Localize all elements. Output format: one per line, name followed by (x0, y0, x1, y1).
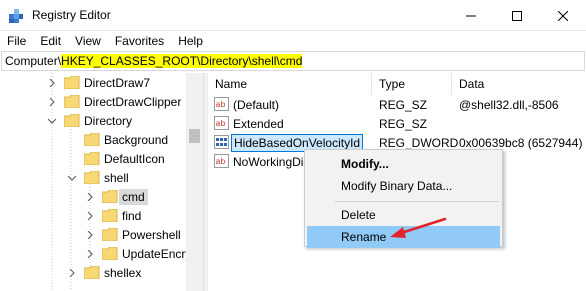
chevron-right-icon[interactable] (84, 229, 96, 241)
tree-item-label: DirectDrawClipper (84, 94, 182, 109)
tree-item-label: Background (104, 132, 169, 147)
window-title: Registry Editor (32, 8, 111, 22)
tree-item-selected[interactable]: cmd (84, 187, 148, 206)
tree-item-label: UpdateEncry (122, 246, 192, 261)
menu-item-modify-binary[interactable]: Modify Binary Data... (307, 175, 500, 197)
column-header-type[interactable]: Type (372, 73, 452, 95)
folder-icon (84, 133, 100, 146)
string-value-icon: ab (214, 116, 229, 130)
menu-bar: File Edit View Favorites Help (0, 31, 586, 51)
value-type: REG_DWORD (379, 136, 459, 150)
string-value-icon: ab (214, 97, 229, 111)
registry-editor-icon (9, 9, 23, 23)
menu-separator (335, 201, 499, 202)
tree-item[interactable]: Directory (46, 111, 132, 130)
address-prefix: Computer\ (5, 54, 62, 68)
menu-file[interactable]: File (0, 34, 33, 48)
tree-item-label: cmd (119, 188, 148, 205)
chevron-right-icon[interactable] (46, 77, 58, 89)
column-header-name[interactable]: Name (208, 73, 372, 95)
close-button[interactable] (540, 0, 586, 31)
value-data: 0x00639bc8 (6527944) (459, 136, 583, 150)
tree-item-label: find (122, 208, 142, 223)
address-highlighted-path: HKEY_CLASSES_ROOT\Directory\shell\cmd (61, 54, 303, 68)
tree-item[interactable]: DirectDraw7 (46, 73, 150, 92)
close-icon (558, 10, 568, 21)
value-type: REG_SZ (379, 98, 428, 112)
maximize-icon (512, 10, 522, 21)
tree-item[interactable]: Background (84, 130, 168, 149)
tree-item-label: Powershell (122, 227, 181, 242)
tree-item[interactable]: shellex (66, 263, 141, 282)
chevron-right-icon[interactable] (84, 210, 96, 222)
folder-icon (64, 76, 80, 89)
value-data: @shell32.dll,-8506 (459, 98, 559, 112)
value-type: REG_SZ (379, 117, 428, 131)
chevron-right-icon[interactable] (66, 267, 78, 279)
menu-view[interactable]: View (68, 34, 108, 48)
chevron-down-icon[interactable] (66, 172, 78, 184)
tree-item[interactable]: DirectDrawClipper (46, 92, 181, 111)
tree-item[interactable]: shell (66, 168, 129, 187)
tree-item[interactable]: Powershell (84, 225, 181, 244)
menu-edit[interactable]: Edit (33, 34, 68, 48)
tree-item-label: shell (104, 170, 129, 185)
tree-item[interactable]: UpdateEncry (84, 244, 191, 263)
address-bar[interactable]: Computer\ HKEY_CLASSES_ROOT\Directory\she… (1, 51, 585, 71)
chevron-down-icon[interactable] (46, 115, 58, 127)
title-bar: Registry Editor (0, 0, 586, 31)
tree-scrollbar[interactable] (186, 73, 203, 291)
tree-item-label: DefaultIcon (104, 151, 165, 166)
menu-item-delete[interactable]: Delete (307, 204, 500, 226)
folder-icon (64, 95, 80, 108)
value-name: NoWorkingDi (233, 155, 304, 169)
context-menu: Modify... Modify Binary Data... Delete R… (304, 149, 503, 248)
chevron-right-icon[interactable] (84, 248, 96, 260)
string-value-icon: ab (214, 154, 229, 168)
folder-icon (84, 266, 100, 279)
minimize-icon (466, 15, 476, 16)
folder-open-icon (84, 171, 100, 184)
chevron-right-icon[interactable] (84, 191, 96, 203)
folder-icon (102, 228, 118, 241)
tree-item-label: DirectDraw7 (84, 75, 151, 90)
value-row[interactable]: ab (Default) REG_SZ @shell32.dll,-8506 (208, 95, 586, 114)
dword-value-icon (214, 135, 229, 149)
folder-icon (102, 190, 118, 203)
folder-open-icon (64, 114, 80, 127)
menu-item-modify[interactable]: Modify... (307, 153, 500, 175)
menu-help[interactable]: Help (171, 34, 210, 48)
tree-item[interactable]: DefaultIcon (84, 149, 165, 168)
value-row[interactable]: ab Extended REG_SZ (208, 114, 586, 133)
menu-item-rename[interactable]: Rename (307, 226, 500, 248)
scrollbar-thumb[interactable] (189, 129, 200, 143)
svg-text:ab: ab (216, 157, 226, 166)
svg-text:ab: ab (216, 119, 226, 128)
folder-icon (102, 209, 118, 222)
tree-item-label: shellex (104, 265, 142, 280)
folder-icon (102, 247, 118, 260)
value-name: (Default) (233, 98, 280, 112)
folder-icon (84, 152, 100, 165)
tree-item[interactable]: find (84, 206, 141, 225)
key-tree-pane: DirectDraw7 DirectDrawClipper Directory … (0, 73, 204, 291)
maximize-button[interactable] (494, 0, 540, 31)
tree-item-label: Directory (84, 113, 133, 128)
minimize-button[interactable] (448, 0, 494, 31)
menu-favorites[interactable]: Favorites (108, 34, 171, 48)
value-name: Extended (233, 117, 284, 131)
column-header-data[interactable]: Data (452, 73, 586, 95)
chevron-right-icon[interactable] (46, 96, 58, 108)
svg-text:ab: ab (216, 100, 226, 109)
